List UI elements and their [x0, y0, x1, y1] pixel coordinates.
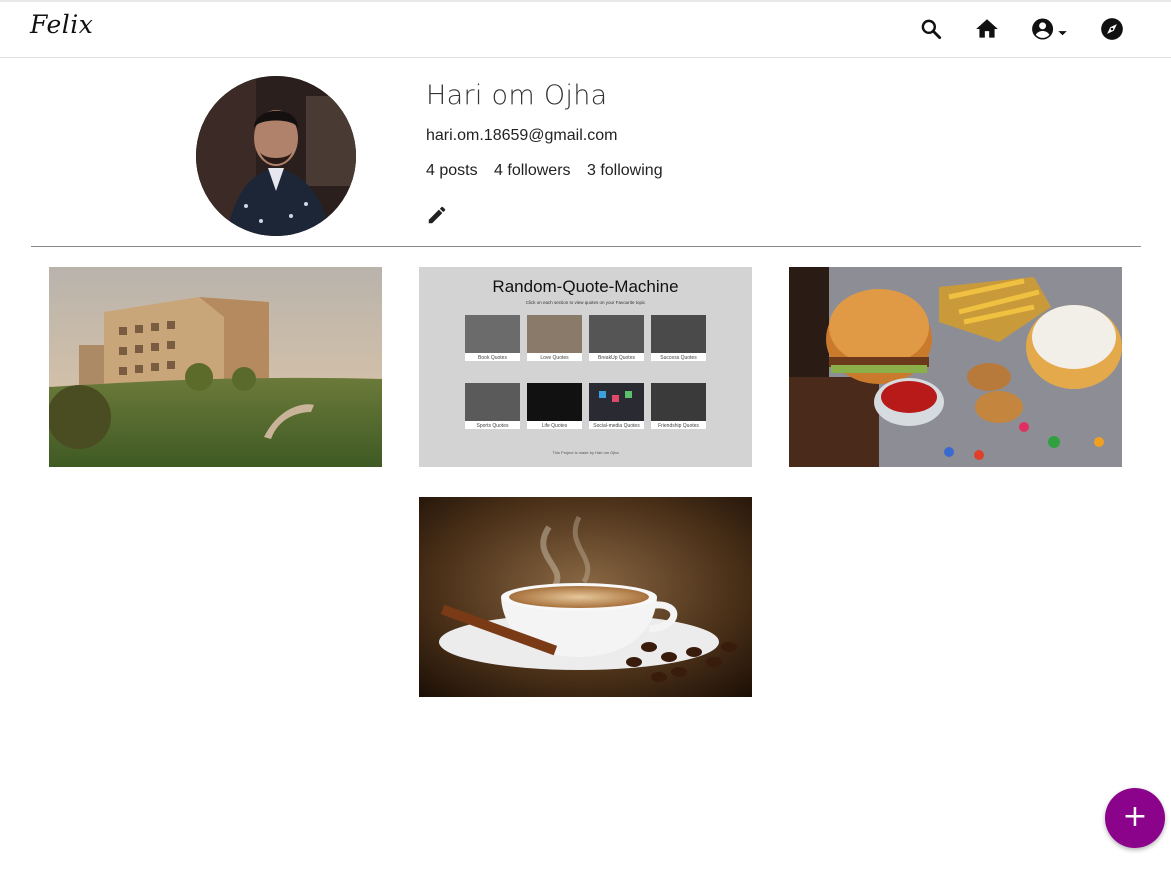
- post-random-quote-machine[interactable]: Random-Quote-Machine Click on each secti…: [419, 267, 752, 467]
- brand-logo[interactable]: Felix: [30, 10, 93, 39]
- post-fast-food[interactable]: [789, 267, 1122, 467]
- quote-tile-label: Book Quotes: [478, 355, 507, 361]
- profile-email: hari.om.18659@gmail.com: [426, 127, 618, 144]
- following-count[interactable]: 3 following: [587, 162, 663, 179]
- search-icon[interactable]: [918, 16, 944, 42]
- quote-tile[interactable]: Book Quotes: [465, 315, 520, 361]
- quote-tile-label: Social-media Quotes: [593, 423, 640, 429]
- quote-tile[interactable]: Sports Quotes: [465, 383, 520, 429]
- quote-tile-label: Success Quotes: [660, 355, 697, 361]
- quote-tile[interactable]: Love Quotes: [527, 315, 582, 361]
- quote-tile-label: Friendship Quotes: [658, 423, 699, 429]
- quote-tile[interactable]: BreakUp Quotes: [589, 315, 644, 361]
- quote-tile[interactable]: Life Quotes: [527, 383, 582, 429]
- quote-tile[interactable]: Social-media Quotes: [589, 383, 644, 429]
- explore-icon[interactable]: [1099, 16, 1125, 42]
- quote-tile[interactable]: Success Quotes: [651, 315, 706, 361]
- edit-profile-icon[interactable]: [426, 204, 448, 226]
- post-coffee-cup[interactable]: [419, 497, 752, 697]
- quote-tile-label: Love Quotes: [540, 355, 569, 361]
- quote-tile-label: BreakUp Quotes: [598, 355, 635, 361]
- add-post-button[interactable]: +: [1105, 788, 1165, 848]
- profile-avatar: [196, 76, 356, 236]
- profile-name: Hari om Ojha: [426, 80, 608, 111]
- account-icon[interactable]: [1030, 16, 1072, 42]
- quote-tile-label: Life Quotes: [542, 423, 568, 429]
- section-divider: [31, 246, 1141, 247]
- quote-machine-title: Random-Quote-Machine: [492, 277, 678, 296]
- quote-machine-footer: This Project is made by Hari om Ojha: [552, 450, 619, 455]
- post-campus-building[interactable]: [49, 267, 382, 467]
- quote-tile[interactable]: Friendship Quotes: [651, 383, 706, 429]
- posts-count: 4 posts: [426, 162, 478, 179]
- home-icon[interactable]: [974, 16, 1000, 42]
- profile-stats: 4 posts 4 followers 3 following: [426, 162, 675, 180]
- top-navbar: Felix: [0, 0, 1171, 58]
- followers-count[interactable]: 4 followers: [494, 162, 570, 179]
- quote-machine-subtitle: Click on each section to view quotes on …: [526, 300, 646, 305]
- quote-tile-label: Sports Quotes: [477, 423, 509, 429]
